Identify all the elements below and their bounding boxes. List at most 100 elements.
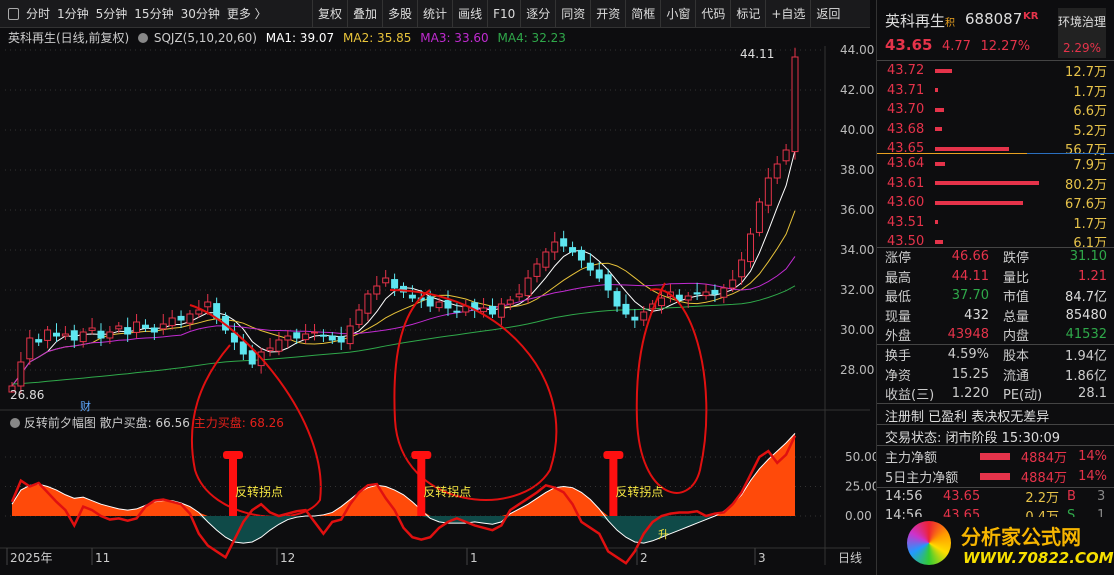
order-price: 43.60 xyxy=(887,195,925,211)
stat-value: 1.220 xyxy=(951,386,989,402)
stat-value: 31.10 xyxy=(1069,249,1107,265)
sector-pct: 2.29% xyxy=(1062,41,1102,55)
tick-count: 3 xyxy=(1097,489,1106,504)
order-volume: 80.2万 xyxy=(1065,177,1107,193)
y-tick-label: 28.00 xyxy=(840,363,874,377)
indicator-y-tick: 50.00 xyxy=(845,450,876,464)
stat-label: 流通 xyxy=(1003,368,1030,384)
high-price-label: 44.11 xyxy=(740,47,774,61)
y-tick-label: 38.00 xyxy=(840,163,874,177)
watermark-url: WWW.70822.COM xyxy=(963,549,1114,567)
y-tick-label: 40.00 xyxy=(840,123,874,137)
order-volume: 5.2万 xyxy=(1073,123,1107,139)
period-label[interactable]: 日线 xyxy=(838,551,862,565)
stat-value: 37.70 xyxy=(951,288,989,304)
quote-panel: 英科再生积 688087 KR 环境治理 2.29% 43.65 4.77 12… xyxy=(876,0,1114,575)
x-axis-label: 2 xyxy=(640,551,648,565)
stat-label: 换手 xyxy=(885,349,912,365)
flow-row[interactable]: 5日主力净额 4884万 14% xyxy=(877,466,1114,486)
trade-status: 交易状态: 闭市阶段 15:30:09 xyxy=(885,431,1061,446)
stat-value: 1.94亿 xyxy=(1065,349,1107,365)
price-change: 4.77 xyxy=(942,39,971,54)
order-volume: 1.7万 xyxy=(1073,216,1107,232)
volume-bar xyxy=(935,88,938,93)
stat-row: 换手 4.59% 股本 1.94亿 xyxy=(877,345,1114,365)
stat-label: 量比 xyxy=(1003,270,1030,286)
financial-report-marker[interactable]: 财 xyxy=(80,399,91,413)
order-book-row[interactable]: 43.72 12.7万 xyxy=(877,61,1114,81)
x-axis-label: 1 xyxy=(470,551,478,565)
stat-label: 最低 xyxy=(885,290,912,306)
y-tick-label: 36.00 xyxy=(840,203,874,217)
indicator-title[interactable]: 反转前夕幅图 xyxy=(24,416,96,430)
stat-label: 外盘 xyxy=(885,329,912,345)
price-pct: 12.27% xyxy=(980,39,1031,54)
indicator-name[interactable]: SQJZ(5,10,20,60) xyxy=(154,31,257,45)
stat-value: 44.11 xyxy=(951,268,989,284)
stat-value: 432 xyxy=(964,307,989,323)
chart-title: 英科再生(日线,前复权) xyxy=(8,31,130,45)
chart-canvas[interactable]: 44.0042.0040.0038.0036.0034.0032.0030.00… xyxy=(0,0,876,575)
order-price: 43.51 xyxy=(887,214,925,230)
order-book-row[interactable]: 43.60 67.6万 xyxy=(877,193,1114,213)
ma1-value: MA1: 39.07 xyxy=(265,31,335,45)
volume-bar xyxy=(935,220,938,225)
order-volume: 7.9万 xyxy=(1073,158,1107,174)
indicator-dropdown-icon[interactable] xyxy=(138,33,149,43)
flower-logo-icon xyxy=(907,521,951,565)
stat-value: 15.25 xyxy=(951,366,989,382)
order-price: 43.72 xyxy=(887,63,925,79)
stock-tags: 注册制 已盈利 表决权无差异 xyxy=(885,410,1050,425)
order-price: 43.71 xyxy=(887,82,925,98)
stat-value: 43948 xyxy=(947,327,989,343)
x-axis-label: 12 xyxy=(280,551,295,565)
low-price-label: 26.86 xyxy=(10,388,44,402)
stat-row: 最高 44.11 量比 1.21 xyxy=(877,267,1114,287)
order-book-row[interactable]: 43.61 80.2万 xyxy=(877,174,1114,194)
stat-value: 41532 xyxy=(1065,327,1107,343)
ask-list: 43.72 12.7万 43.71 1.7万 43.70 6.6万 43.68 5.2万 43.… xyxy=(877,61,1114,159)
ma4-value: MA4: 32.23 xyxy=(497,31,566,45)
candle xyxy=(791,47,799,160)
flow-amount: 4884万 xyxy=(1020,470,1067,486)
stat-label: 涨停 xyxy=(885,251,912,267)
order-volume: 12.7万 xyxy=(1065,65,1107,81)
order-price: 43.68 xyxy=(887,121,925,137)
order-book-row[interactable]: 43.70 6.6万 xyxy=(877,100,1114,120)
order-volume: 6.6万 xyxy=(1073,104,1107,120)
volume-bar xyxy=(935,146,1009,151)
last-price: 43.65 xyxy=(885,36,933,54)
reversal-label: 反转拐点 xyxy=(235,484,283,499)
stat-label: 市值 xyxy=(1003,290,1030,306)
tick-row: 14:56 43.65 2.2万 B 3 xyxy=(877,487,1114,506)
stat-label: 股本 xyxy=(1003,349,1030,365)
flow-bar xyxy=(980,452,1010,460)
retail-buy-value: 散户买盘: 66.56 xyxy=(99,416,190,430)
stat-value: 85480 xyxy=(1065,307,1107,323)
x-axis-label: 11 xyxy=(95,551,110,565)
flow-pct: 14% xyxy=(1078,448,1107,464)
indicator-y-tick: 0.00 xyxy=(845,509,872,523)
stock-name: 英科再生积 xyxy=(885,12,956,30)
order-book-row[interactable]: 43.64 7.9万 xyxy=(877,154,1114,174)
candle xyxy=(747,228,755,268)
stat-value: 1.21 xyxy=(1078,268,1107,284)
order-book-row[interactable]: 43.68 5.2万 xyxy=(877,120,1114,140)
watermark-site: 分析家公式网 xyxy=(961,525,1081,549)
stat-label: PE(动) xyxy=(1003,388,1043,404)
y-tick-label: 42.00 xyxy=(840,83,874,97)
kr-badge: KR xyxy=(1023,11,1039,22)
y-tick-label: 44.00 xyxy=(840,43,874,57)
bid-list: 43.64 7.9万 43.61 80.2万 43.60 67.6万 43.51 1.7万 43… xyxy=(877,154,1114,252)
y-tick-label: 30.00 xyxy=(840,323,874,337)
flow-row[interactable]: 主力净额 4884万 14% xyxy=(877,446,1114,466)
indicator-dropdown-icon[interactable] xyxy=(10,418,20,428)
flow-amount: 4884万 xyxy=(1020,450,1067,466)
stat-value: 4.59% xyxy=(947,347,989,363)
flow-label: 5日主力净额 xyxy=(885,470,959,486)
sector-box[interactable]: 环境治理 2.29% xyxy=(1058,8,1106,58)
order-book-row[interactable]: 43.71 1.7万 xyxy=(877,81,1114,101)
stat-row: 现量 432 总量 85480 xyxy=(877,306,1114,326)
order-book-row[interactable]: 43.51 1.7万 xyxy=(877,213,1114,233)
tick-volume: 2.2万 xyxy=(1025,491,1059,506)
